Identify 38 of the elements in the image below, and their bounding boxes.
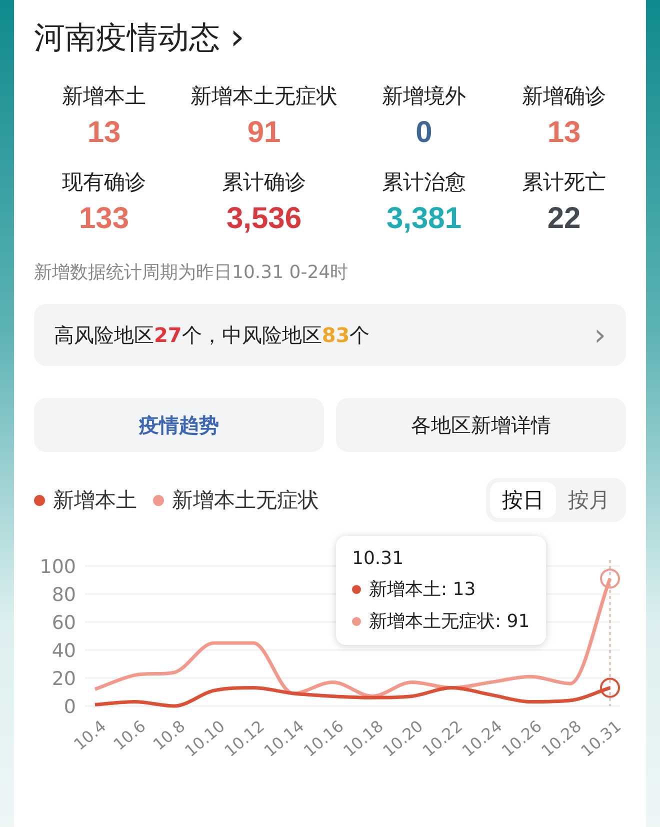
stat-value: 13 (547, 116, 581, 150)
stat-value: 91 (247, 116, 281, 150)
tooltip-value: 新增本土无症状: 91 (369, 610, 530, 633)
period-option[interactable]: 按日 (490, 482, 556, 518)
stat-value: 133 (78, 202, 130, 236)
risk-area-summary: 高风险地区27个，中风险地区83个 (54, 322, 370, 348)
update-note: 新增数据统计周期为昨日10.31 0-24时 (34, 261, 350, 284)
stat-label: 新增境外 (382, 83, 466, 110)
stat-label: 累计死亡 (522, 169, 606, 196)
tab[interactable]: 疫情趋势 (34, 398, 324, 452)
stat-label: 新增确诊 (522, 83, 606, 110)
risk-area-bar[interactable]: 高风险地区27个，中风险地区83个 › (34, 304, 626, 366)
highlight-point (600, 568, 620, 589)
y-tick-label: 20 (52, 668, 76, 690)
tooltip-date: 10.31 (352, 548, 405, 569)
stat-value: 3,381 (386, 202, 462, 236)
stat-label: 新增本土 (62, 83, 146, 110)
legend-label: 新增本土 (53, 487, 137, 514)
stat-label: 现有确诊 (62, 169, 146, 196)
stat-label: 累计确诊 (222, 169, 306, 196)
stat-value: 13 (87, 116, 121, 150)
y-tick-label: 40 (52, 640, 76, 662)
y-tick-label: 100 (40, 556, 76, 578)
tab[interactable]: 各地区新增详情 (336, 398, 626, 452)
tooltip-value: 新增本土: 13 (369, 578, 476, 601)
page-title[interactable]: 河南疫情动态 (34, 17, 220, 59)
legend-label: 新增本土无症状 (172, 487, 319, 514)
period-option[interactable]: 按月 (556, 482, 622, 518)
y-tick-label: 0 (64, 696, 76, 718)
y-tick-label: 80 (52, 584, 76, 606)
stat-label: 累计治愈 (382, 169, 466, 196)
stat-value: 22 (547, 202, 581, 236)
stat-label: 新增本土无症状 (190, 83, 338, 110)
chevron-icon[interactable]: › (230, 20, 244, 56)
stat-value: 0 (416, 116, 432, 150)
stat-value: 3,536 (226, 202, 302, 236)
highlight-point (600, 678, 620, 698)
y-tick-label: 60 (52, 612, 76, 634)
